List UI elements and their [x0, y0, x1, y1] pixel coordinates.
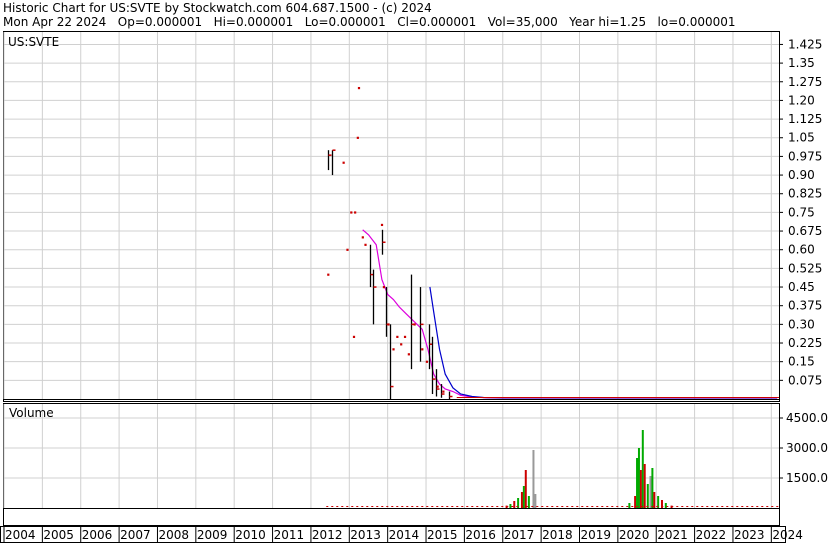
volume-bar [520, 492, 523, 508]
volume-tick-label: 1500.0 [786, 471, 828, 485]
price-tick-label: 0.75 [788, 205, 815, 219]
volume-bar [646, 484, 649, 508]
x-tick-label: 2017 [504, 528, 535, 542]
price-tick-label: 1.125 [788, 112, 822, 126]
price-tick-label: 0.825 [788, 187, 822, 201]
price-dot [425, 360, 428, 363]
x-tick-label: 2014 [389, 528, 420, 542]
x-tick-label: 2024 [772, 528, 803, 542]
volume-bar [524, 470, 527, 508]
price-dot [382, 286, 386, 289]
price-tick-label: 0.375 [788, 299, 822, 313]
price-tick-label: 0.975 [788, 149, 822, 163]
x-tick-label: 2007 [120, 528, 151, 542]
price-dot [403, 335, 407, 338]
volume-tick-label: 3000.0 [786, 441, 828, 455]
volume-bar [651, 468, 654, 508]
historic-chart: 1.425 1.35 1.275 1.20 1.125 1.05 0.975 0.90 0.82… [0, 31, 828, 543]
x-tick-label: 2015 [427, 528, 458, 542]
price-tick-label: 0.525 [788, 261, 822, 275]
price-dot [407, 353, 410, 356]
volume-bar [522, 486, 525, 508]
volume-bar [634, 496, 637, 508]
x-tick-label: 2011 [274, 528, 305, 542]
price-tick-label: 0.90 [788, 168, 815, 182]
price-tick-label: 0.075 [788, 373, 822, 387]
x-tick-label: 2006 [82, 528, 113, 542]
price-dot [352, 335, 356, 338]
x-tick-label: 2013 [350, 528, 381, 542]
x-tick-label: 2005 [43, 528, 74, 542]
volume-bar [664, 503, 667, 508]
price-tick-label: 0.60 [788, 243, 815, 257]
price-dot [354, 211, 357, 214]
price-tick-label: 1.20 [788, 93, 815, 107]
price-dot [396, 335, 399, 338]
price-tick-label: 0.15 [788, 355, 815, 369]
price-tick-label: 1.425 [788, 37, 822, 51]
x-tick-label: 2022 [696, 528, 727, 542]
volume-bar [534, 494, 537, 508]
volume-tick-label: 4500.0 [786, 411, 828, 425]
price-dot [436, 385, 439, 388]
volume-bar [532, 450, 535, 508]
price-dot [442, 390, 445, 393]
x-tick-label: 2010 [235, 528, 266, 542]
x-tick-label: 2012 [312, 528, 343, 542]
x-tick-label: 2008 [158, 528, 189, 542]
x-tick-label: 2016 [465, 528, 496, 542]
volume-bar [628, 503, 631, 508]
volume-bar [509, 504, 512, 508]
price-panel-title: US:SVTE [8, 35, 59, 49]
price-panel [3, 31, 780, 402]
price-dot [400, 343, 403, 346]
price-tick-label: 0.675 [788, 224, 822, 238]
volume-bar [637, 448, 640, 508]
volume-bar [513, 501, 516, 508]
volume-panel [3, 403, 780, 526]
price-tick-label: 1.35 [788, 56, 815, 70]
price-tick-label: 0.30 [788, 317, 815, 331]
volume-bar [653, 492, 656, 508]
price-y-axis: 1.425 1.35 1.275 1.20 1.125 1.05 0.975 0.90 0.82… [779, 37, 822, 387]
price-tick-label: 1.05 [788, 131, 815, 145]
volume-bar [639, 470, 642, 508]
price-tick-label: 0.225 [788, 336, 822, 350]
x-tick-label: 2021 [657, 528, 688, 542]
x-tick-label: 2023 [734, 528, 765, 542]
price-dot [356, 136, 359, 139]
price-tick-label: 1.275 [788, 75, 822, 89]
x-tick-label: 2004 [5, 528, 36, 542]
x-tick-label: 2009 [197, 528, 228, 542]
x-tick-label: 2020 [619, 528, 650, 542]
volume-bar [636, 458, 639, 508]
price-dot [421, 348, 424, 351]
volume-bar [641, 430, 644, 508]
x-tick-label: 2018 [542, 528, 573, 542]
price-dot [327, 273, 330, 276]
price-dot [387, 323, 390, 326]
price-dot [346, 248, 349, 251]
x-axis: 2004 2005 2006 2007 2008 2009 2010 2011 2012 2013… [3, 527, 803, 542]
price-dot [350, 211, 353, 214]
volume-panel-title: Volume [9, 406, 54, 420]
price-dot [413, 323, 416, 326]
volume-y-axis: 4500.0 3000.0 1500.0 [779, 411, 828, 485]
price-dot [364, 243, 367, 246]
price-dot [361, 236, 364, 239]
volume-bar [643, 464, 646, 508]
price-dot [357, 86, 361, 90]
price-tick-label: 0.45 [788, 280, 815, 294]
price-dot [392, 348, 395, 351]
price-dot [380, 223, 384, 227]
x-tick-label: 2019 [580, 528, 611, 542]
price-dot [342, 161, 345, 164]
volume-bar [649, 476, 652, 508]
